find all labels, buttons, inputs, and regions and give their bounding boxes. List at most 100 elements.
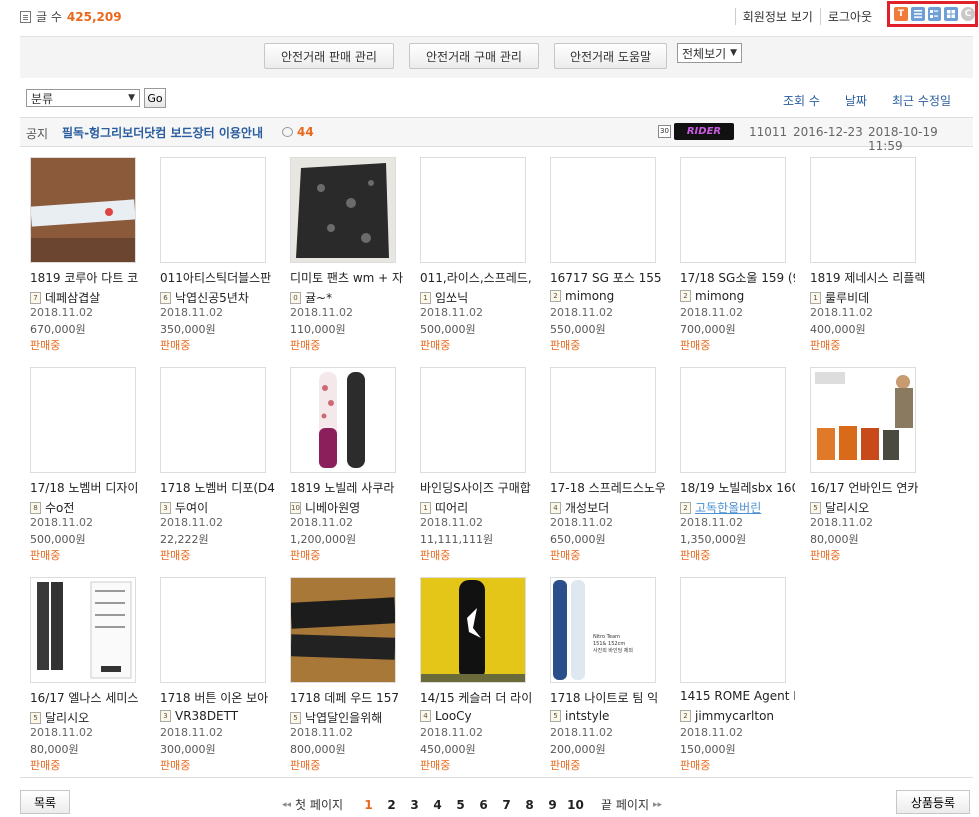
product-thumbnail[interactable] [680, 157, 786, 263]
product-title[interactable]: 16717 SG 포스 155 ( [550, 269, 665, 286]
page-number[interactable]: 10 [564, 798, 587, 812]
product-thumbnail[interactable] [290, 367, 396, 473]
seller-name[interactable]: jimmycarlton [695, 709, 774, 723]
product-title[interactable]: 14/15 케슬러 더 라이 [420, 689, 535, 706]
member-info-link[interactable]: 회원정보 보기 [734, 8, 820, 25]
product-card[interactable]: Nitro Team 151& 152cm 사진외 바인딩 제외 1718 나이트로 … [550, 577, 674, 782]
page-number[interactable]: 5 [449, 798, 472, 812]
product-card[interactable]: 16/17 언바인드 연카 5 달리시오 2018.11.02 80,000원 판매중 [810, 367, 934, 572]
seller-name[interactable]: 낙엽달인을위해 [305, 709, 382, 726]
product-title[interactable]: 바인딩S사이즈 구매합 [420, 479, 535, 496]
product-thumbnail[interactable] [550, 157, 656, 263]
notice-title[interactable]: 필독-헝그리보더닷컴 보드장터 이용안내 [62, 124, 263, 141]
seller-name[interactable]: mimong [565, 289, 614, 303]
product-title[interactable]: 17-18 스프레드스노우 [550, 479, 665, 496]
product-thumbnail[interactable] [160, 157, 266, 263]
seller-name[interactable]: 달리시오 [825, 499, 869, 516]
product-title[interactable]: 1819 코루아 다트 코 [30, 269, 145, 286]
product-thumbnail[interactable] [810, 367, 916, 473]
product-thumbnail[interactable] [680, 367, 786, 473]
product-title[interactable]: 16/17 엘나스 세미스 [30, 689, 145, 706]
product-title[interactable]: 디미토 팬츠 wm + 자 [290, 269, 405, 286]
page-number[interactable]: 4 [426, 798, 449, 812]
product-title[interactable]: 1718 데페 우드 157 [290, 689, 405, 706]
sort-views[interactable]: 조회 수 [783, 92, 820, 109]
page-number[interactable]: 1 [357, 798, 380, 812]
page-number[interactable]: 9 [541, 798, 564, 812]
product-thumbnail[interactable] [290, 157, 396, 263]
seller-name[interactable]: 고독한올버린 [695, 499, 761, 516]
product-thumbnail[interactable] [420, 157, 526, 263]
buy-manage-button[interactable]: 안전거래 구매 관리 [409, 43, 539, 69]
product-thumbnail[interactable] [30, 577, 136, 683]
product-title[interactable]: 1819 노빌레 사쿠라 [290, 479, 405, 496]
product-title[interactable]: 17/18 SG소울 159 (9 [680, 269, 795, 286]
product-card[interactable]: 1415 ROME Agent D 2 jimmycarlton 2018.11.02… [680, 577, 804, 782]
product-card[interactable]: 1718 버튼 이온 보아 3 VR38DETT 2018.11.02 300,000원… [160, 577, 284, 782]
product-title[interactable]: 1415 ROME Agent D [680, 689, 795, 703]
page-number[interactable]: 6 [472, 798, 495, 812]
product-title[interactable]: 011,라이스,스프레드, [420, 269, 535, 286]
product-card[interactable]: 1819 노빌레 사쿠라 10 니베아원영 2018.11.02 1,200,000원 판… [290, 367, 414, 572]
product-title[interactable]: 1718 노벰버 디포(D4 [160, 479, 275, 496]
product-thumbnail[interactable] [550, 367, 656, 473]
last-page-link[interactable]: 끝 페이지 ▸▸ [601, 796, 662, 813]
product-thumbnail[interactable] [420, 577, 526, 683]
product-title[interactable]: 1718 버튼 이온 보아 [160, 689, 275, 706]
product-title[interactable]: 17/18 노벰버 디자이 [30, 479, 145, 496]
product-thumbnail[interactable] [160, 367, 266, 473]
product-thumbnail[interactable] [30, 157, 136, 263]
seller-name[interactable]: 룰루비데 [825, 289, 869, 306]
product-card[interactable]: 16717 SG 포스 155 (2 mimong 2018.11.02 550,00… [550, 157, 674, 362]
product-card[interactable]: 18/19 노빌레sbx 160 2 고독한올버린 2018.11.02 1,350,0… [680, 367, 804, 572]
product-card[interactable]: 011,라이스,스프레드, 1 임쏘닉 2018.11.02 500,000원 판매중 [420, 157, 544, 362]
product-title[interactable]: 1718 나이트로 팀 익 [550, 689, 665, 706]
product-card[interactable]: 1718 노벰버 디포(D4 3 두여이 2018.11.02 22,222원 판매중 [160, 367, 284, 572]
seller-name[interactable]: 띠어리 [435, 499, 468, 516]
product-card[interactable]: 1718 데페 우드 157 5 낙엽달인을위해 2018.11.02 800,000원… [290, 577, 414, 782]
logout-link[interactable]: 로그아웃 [819, 8, 879, 25]
seller-name[interactable]: 귤~* [305, 289, 332, 306]
product-card[interactable]: 011아티스틱더블스판 6 낙엽신공5년차 2018.11.02 350,000원 판매중 [160, 157, 284, 362]
product-card[interactable]: 1819 코루아 다트 코 7 데페삼겹살 2018.11.02 670,000원 판매중 [30, 157, 154, 362]
product-thumbnail[interactable] [680, 577, 786, 683]
product-title[interactable]: 011아티스틱더블스판 [160, 269, 275, 286]
text-view-icon[interactable]: T [894, 7, 908, 21]
seller-name[interactable]: 달리시오 [45, 709, 89, 726]
product-card[interactable]: 1819 제네시스 리플렉 1 룰루비데 2018.11.02 400,000원 판매중 [810, 157, 934, 362]
product-title[interactable]: 1819 제네시스 리플렉 [810, 269, 925, 286]
sell-manage-button[interactable]: 안전거래 판매 관리 [264, 43, 394, 69]
page-number[interactable]: 3 [403, 798, 426, 812]
list-view-icon[interactable] [910, 7, 925, 21]
gallery-view-icon[interactable] [944, 7, 959, 21]
view-filter-select[interactable]: 전체보기 ▼ [677, 43, 743, 63]
seller-name[interactable]: 임쏘닉 [435, 289, 468, 306]
product-card[interactable]: 17/18 노벰버 디자이 8 수o전 2018.11.02 500,000원 판매중 [30, 367, 154, 572]
product-thumbnail[interactable] [810, 157, 916, 263]
product-thumbnail[interactable] [160, 577, 266, 683]
product-title[interactable]: 18/19 노빌레sbx 160 [680, 479, 795, 496]
seller-name[interactable]: 데페삼겹살 [45, 289, 100, 306]
go-button[interactable]: Go [144, 88, 166, 108]
seller-name[interactable]: 니베아원영 [305, 499, 360, 516]
sort-date[interactable]: 날짜 [845, 92, 867, 109]
product-card[interactable]: 16/17 엘나스 세미스 5 달리시오 2018.11.02 80,000원 판매중 [30, 577, 154, 782]
page-number[interactable]: 2 [380, 798, 403, 812]
seller-name[interactable]: 두여이 [175, 499, 208, 516]
cozy-view-icon[interactable]: C [961, 7, 975, 21]
product-card[interactable]: 17-18 스프레드스노우 4 개성보더 2018.11.02 650,000원 판매중 [550, 367, 674, 572]
page-number[interactable]: 8 [518, 798, 541, 812]
product-card[interactable]: 디미토 팬츠 wm + 자 0 귤~* 2018.11.02 110,000원 판매중 [290, 157, 414, 362]
seller-name[interactable]: 낙엽신공5년차 [175, 289, 249, 306]
webzine-view-icon[interactable] [927, 7, 942, 21]
register-product-button[interactable]: 상품등록 [896, 790, 970, 814]
product-thumbnail[interactable] [30, 367, 136, 473]
seller-name[interactable]: 개성보더 [565, 499, 609, 516]
page-number[interactable]: 7 [495, 798, 518, 812]
sort-modified[interactable]: 최근 수정일 [892, 92, 951, 109]
seller-name[interactable]: LooCy [435, 709, 472, 723]
category-select[interactable]: 분류 ▼ [26, 89, 140, 107]
seller-name[interactable]: intstyle [565, 709, 609, 723]
product-card[interactable]: 14/15 케슬러 더 라이 4 LooCy 2018.11.02 450,000원 판매… [420, 577, 544, 782]
first-page-link[interactable]: ◂◂ 첫 페이지 [282, 796, 343, 813]
